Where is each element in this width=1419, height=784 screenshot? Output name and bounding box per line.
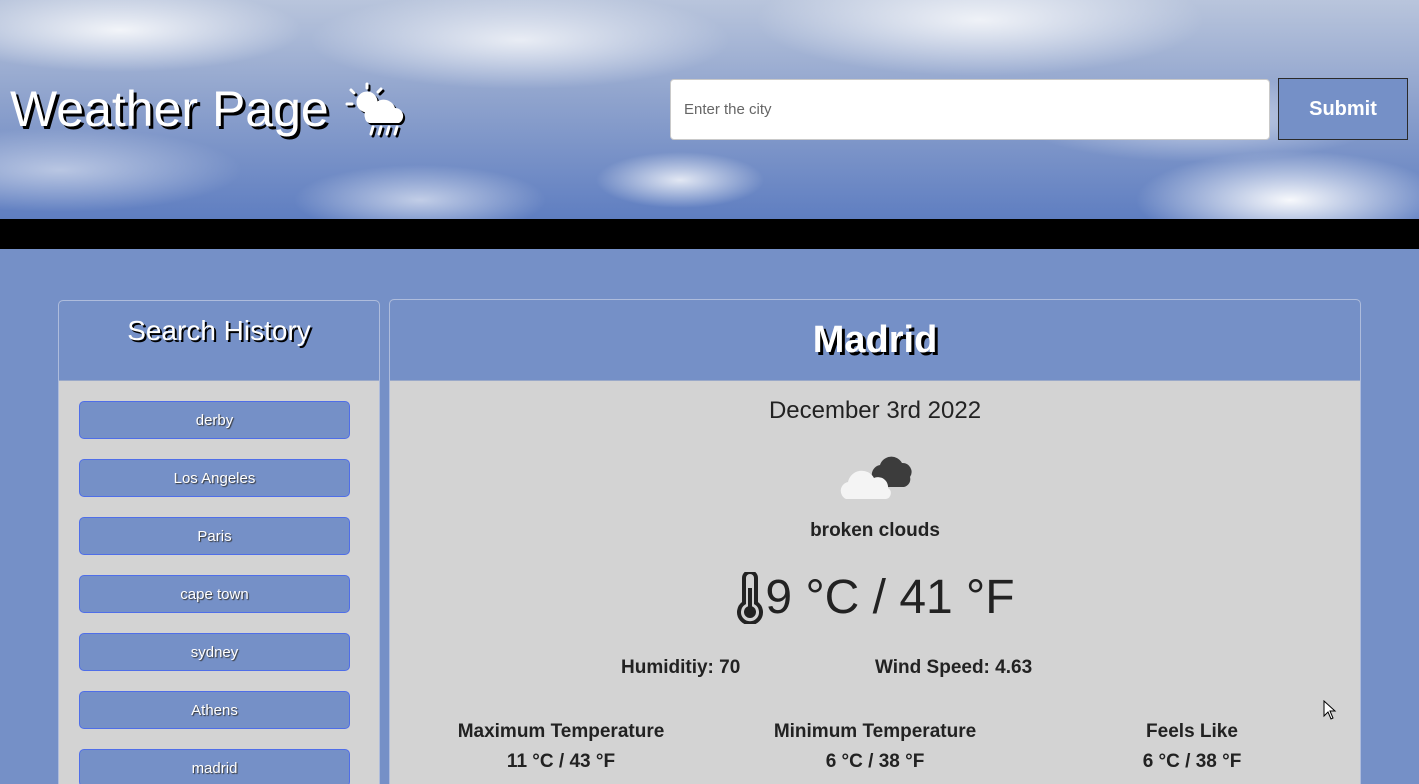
current-weather-card: Madrid December 3rd 2022 broken clouds 9… [389, 299, 1361, 784]
header-banner: Weather Page Submit [0, 0, 1419, 219]
wind-speed-stat: Wind Speed: 4.63 [875, 657, 1033, 678]
history-item-athens[interactable]: Athens [79, 691, 350, 729]
min-temp-label: Minimum Temperature [773, 721, 977, 742]
weather-card-header: Madrid [390, 300, 1360, 381]
weather-card-body: December 3rd 2022 broken clouds 9 °C / 4… [390, 381, 1360, 784]
max-temp-block: Maximum Temperature 11 °C / 43 °F [411, 717, 711, 777]
history-item-paris[interactable]: Paris [79, 517, 350, 555]
feels-like-value: 6 °C / 38 °F [1142, 751, 1242, 772]
history-item-sydney[interactable]: sydney [79, 633, 350, 671]
history-list: derby Los Angeles Paris cape town sydney… [59, 381, 379, 784]
min-temp-value: 6 °C / 38 °F [825, 751, 925, 772]
weather-date: December 3rd 2022 [768, 397, 982, 424]
divider-bar [0, 219, 1419, 249]
max-temp-value: 11 °C / 43 °F [506, 751, 616, 772]
history-item-madrid[interactable]: madrid [79, 749, 350, 784]
thermometer-icon [737, 571, 764, 624]
weather-description: broken clouds [810, 520, 940, 541]
search-history-header: Search History [59, 301, 379, 381]
history-item-los-angeles[interactable]: Los Angeles [79, 459, 350, 497]
city-name: Madrid [812, 318, 938, 361]
page-title-text: Weather Page [10, 81, 329, 137]
page-title: Weather Page [10, 80, 409, 138]
temperature-value: 9 °C / 41 °F [765, 571, 1015, 624]
history-item-cape-town[interactable]: cape town [79, 575, 350, 613]
history-item-derby[interactable]: derby [79, 401, 350, 439]
broken-clouds-icon [840, 456, 912, 499]
humidity-stat: Humiditiy: 70 [621, 657, 741, 678]
temperature-row: 9 °C / 41 °F [390, 570, 1360, 625]
max-temp-label: Maximum Temperature [457, 721, 665, 742]
sun-cloud-rain-icon [345, 82, 403, 136]
min-temp-block: Minimum Temperature 6 °C / 38 °F [725, 717, 1025, 777]
search-history-panel: Search History derby Los Angeles Paris c… [58, 300, 380, 784]
search-history-title: Search History [127, 315, 311, 346]
feels-like-label: Feels Like [1146, 721, 1238, 742]
submit-button[interactable]: Submit [1278, 78, 1408, 140]
city-search-input[interactable] [670, 79, 1270, 140]
feels-like-block: Feels Like 6 °C / 38 °F [1042, 717, 1342, 777]
mouse-cursor-icon [1323, 700, 1337, 720]
